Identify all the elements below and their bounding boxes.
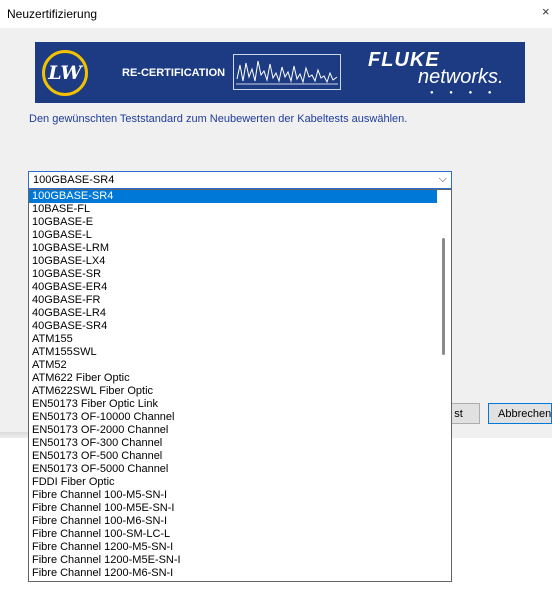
dropdown-item[interactable]: Fibre Channel 100-SM-LC-L <box>29 528 437 541</box>
scrollbar[interactable] <box>437 190 451 581</box>
window-title: Neuzertifizierung <box>7 7 98 21</box>
dropdown-item[interactable]: EN50173 OF-500 Channel <box>29 450 437 463</box>
scrollbar-thumb[interactable] <box>442 238 445 355</box>
lw-logo-text: LW <box>48 62 82 84</box>
dropdown-item[interactable]: 40GBASE-ER4 <box>29 281 437 294</box>
dropdown-item[interactable]: 10GBASE-LX4 <box>29 255 437 268</box>
dropdown-item[interactable]: 10BASE-FL <box>29 203 437 216</box>
dropdown-item[interactable]: Fibre Channel 1200-M6-SN-I <box>29 567 437 580</box>
dropdown-item[interactable]: 40GBASE-LR4 <box>29 307 437 320</box>
dropdown-item[interactable]: 40GBASE-SR4 <box>29 320 437 333</box>
signal-graph-icon <box>233 54 341 90</box>
brand-networks: networks. <box>418 66 504 88</box>
combobox-value: 100GBASE-SR4 <box>33 174 115 186</box>
dropdown-item[interactable]: ATM622SWL Fiber Optic <box>29 385 437 398</box>
dropdown-item[interactable]: EN50173 Fiber Optic Link <box>29 398 437 411</box>
standard-dropdown-list[interactable]: 100GBASE-SR4 10BASE-FL 10GBASE-E 10GBASE-L 1… <box>28 189 452 582</box>
dropdown-item[interactable]: ATM155SWL <box>29 346 437 359</box>
banner: LW RE-CERTIFICATION FLUKE networks. ● ● … <box>35 42 525 103</box>
dropdown-items: 100GBASE-SR4 10BASE-FL 10GBASE-E 10GBASE-L 1… <box>29 190 437 580</box>
dropdown-item[interactable]: EN50173 OF-300 Channel <box>29 437 437 450</box>
dropdown-item[interactable]: Fibre Channel 1200-M5E-SN-I <box>29 554 437 567</box>
close-icon[interactable]: × <box>542 4 552 19</box>
instruction-text: Den gewünschten Teststandard zum Neubewe… <box>29 113 408 125</box>
dropdown-item[interactable]: EN50173 OF-2000 Channel <box>29 424 437 437</box>
dropdown-item[interactable]: 10GBASE-L <box>29 229 437 242</box>
dropdown-item[interactable]: 10GBASE-LRM <box>29 242 437 255</box>
dropdown-item[interactable]: Fibre Channel 1200-M5-SN-I <box>29 541 437 554</box>
standard-combobox[interactable]: 100GBASE-SR4 ⌵ <box>28 171 452 189</box>
cancel-button[interactable]: Abbrechen <box>488 403 552 424</box>
dropdown-item[interactable]: 100GBASE-SR4 <box>29 190 437 203</box>
chevron-down-icon[interactable]: ⌵ <box>439 173 447 186</box>
dropdown-item[interactable]: ATM155 <box>29 333 437 346</box>
dropdown-item[interactable]: Fibre Channel 100-M6-SN-I <box>29 515 437 528</box>
brand-dots: ● ● ● ● <box>430 90 499 96</box>
title-bar: Neuzertifizierung × <box>0 0 552 28</box>
lw-logo: LW <box>42 50 88 96</box>
dropdown-item[interactable]: Fibre Channel 100-M5-SN-I <box>29 489 437 502</box>
dropdown-item[interactable]: 40GBASE-FR <box>29 294 437 307</box>
dropdown-item[interactable]: Fibre Channel 100-M5E-SN-I <box>29 502 437 515</box>
dropdown-item[interactable]: EN50173 OF-10000 Channel <box>29 411 437 424</box>
dropdown-item[interactable]: 10GBASE-SR <box>29 268 437 281</box>
dropdown-item[interactable]: FDDI Fiber Optic <box>29 476 437 489</box>
recertification-label: RE-CERTIFICATION <box>122 67 226 79</box>
dropdown-item[interactable]: ATM52 <box>29 359 437 372</box>
dropdown-item[interactable]: 10GBASE-E <box>29 216 437 229</box>
dropdown-item[interactable]: EN50173 OF-5000 Channel <box>29 463 437 476</box>
dropdown-item[interactable]: ATM622 Fiber Optic <box>29 372 437 385</box>
